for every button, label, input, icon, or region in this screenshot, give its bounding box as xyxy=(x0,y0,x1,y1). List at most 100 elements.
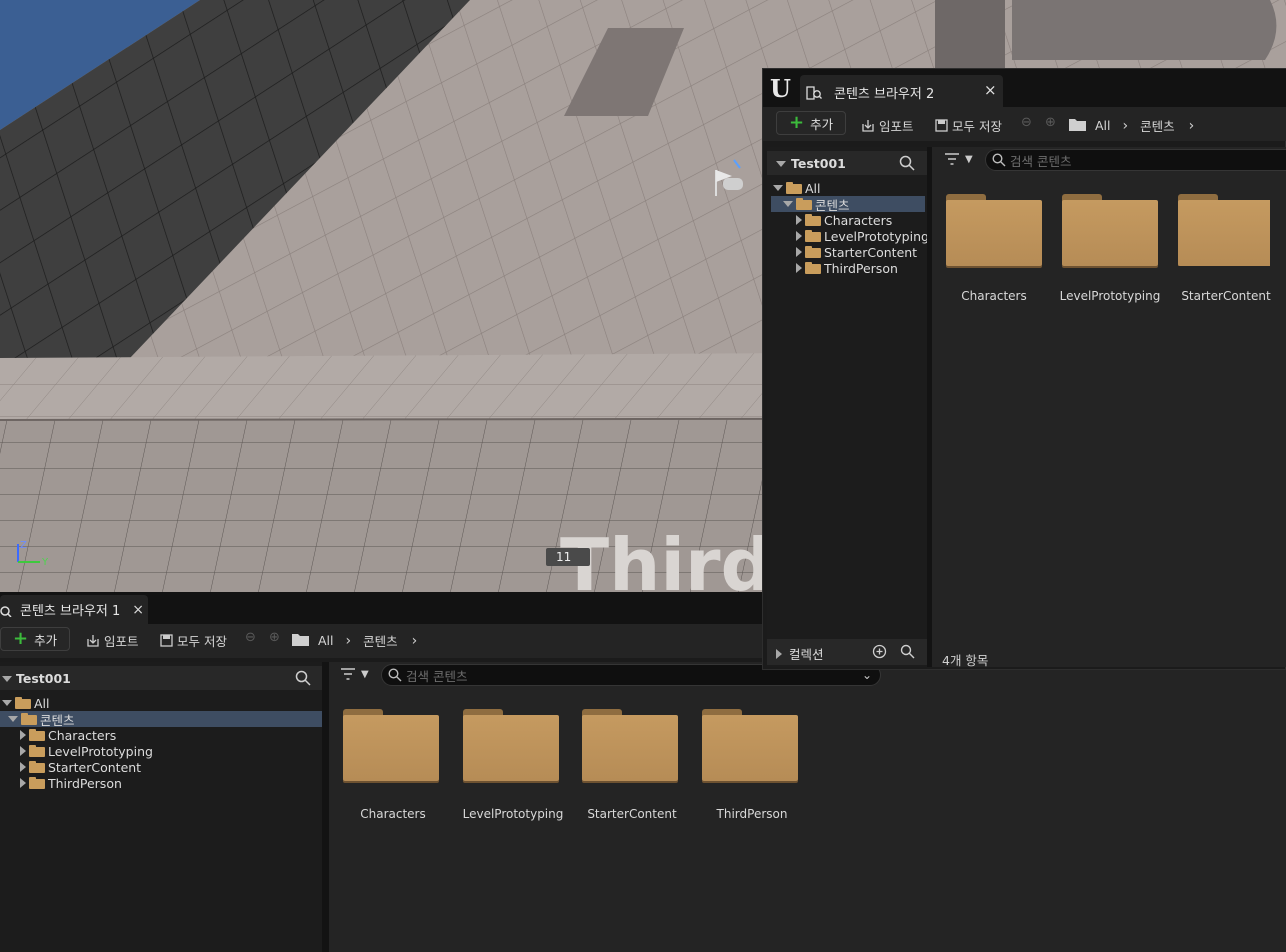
chevron-right-icon[interactable]: › xyxy=(412,633,418,649)
filter-button[interactable]: ▼ xyxy=(945,153,973,165)
folder-label: LevelPrototyping xyxy=(462,807,564,821)
tab-title: 콘텐츠 브라우저 1 xyxy=(20,604,121,619)
add-collection-icon[interactable] xyxy=(872,644,887,659)
folder-tile-levelprototyping[interactable] xyxy=(1062,194,1158,266)
tree-item-levelprototyping[interactable]: LevelPrototyping xyxy=(0,743,153,759)
chevron-right-icon[interactable]: › xyxy=(1189,118,1195,134)
chevron-down-icon: ▼ xyxy=(965,153,973,165)
search-placeholder: 검색 콘텐츠 xyxy=(1010,153,1072,169)
tree-label: ThirdPerson xyxy=(48,775,122,791)
tree-root[interactable]: Test001 xyxy=(2,671,71,686)
chevron-right-icon[interactable]: › xyxy=(346,633,352,649)
expanded-icon xyxy=(8,716,18,722)
search-icon[interactable] xyxy=(899,155,915,171)
filter-icon xyxy=(341,668,355,680)
folder-label: Characters xyxy=(961,289,1027,303)
breadcrumb-content[interactable]: 콘텐츠 xyxy=(363,631,398,650)
tree-label: All xyxy=(34,695,50,711)
tree-item-startercontent[interactable]: StarterContent xyxy=(771,244,917,260)
folder-icon xyxy=(805,262,821,274)
folder-tile-characters[interactable] xyxy=(343,709,439,781)
back-button[interactable]: ⊖ xyxy=(245,630,256,645)
tree-item-thirdperson[interactable]: ThirdPerson xyxy=(771,260,898,276)
content-browser-icon xyxy=(806,85,822,100)
content-browser-2-window: U 콘텐츠 브라우저 2 × + 추가 임포트 모두 저장 ⊖ ⊕ All › … xyxy=(762,68,1286,670)
tree-root[interactable]: Test001 xyxy=(776,156,846,171)
collections-toggle[interactable]: 컬렉션 xyxy=(776,644,824,663)
back-button[interactable]: ⊖ xyxy=(1021,115,1032,130)
svg-text:Y: Y xyxy=(41,557,49,568)
tree-item-characters[interactable]: Characters xyxy=(0,727,116,743)
expand-icon[interactable] xyxy=(20,730,26,740)
folder-icon xyxy=(29,777,45,789)
expanded-icon xyxy=(2,700,12,706)
folder-icon xyxy=(805,214,821,226)
breadcrumb-all[interactable]: All xyxy=(318,633,334,648)
folder-icon xyxy=(29,729,45,741)
chevron-down-icon[interactable]: ⌄ xyxy=(862,668,872,682)
folder-icon xyxy=(1069,119,1086,131)
expand-icon[interactable] xyxy=(796,215,802,225)
add-button[interactable]: + 추가 xyxy=(0,627,71,651)
svg-text:Z: Z xyxy=(20,540,27,551)
folder-tile-thirdperson[interactable] xyxy=(702,709,798,781)
tree-item-content[interactable]: 콘텐츠 xyxy=(0,711,322,728)
expand-icon[interactable] xyxy=(20,762,26,772)
expand-icon xyxy=(776,648,782,659)
folder-tile-startercontent[interactable] xyxy=(1178,194,1270,266)
tree-label: All xyxy=(805,180,821,196)
tree-item-startercontent[interactable]: StarterContent xyxy=(0,759,141,775)
tree-label: StarterContent xyxy=(824,244,918,260)
save-icon xyxy=(935,119,948,132)
import-button[interactable]: 임포트 xyxy=(861,116,914,135)
tree-label: LevelPrototyping xyxy=(824,228,929,244)
svg-text:U: U xyxy=(770,74,791,102)
breadcrumb-content[interactable]: 콘텐츠 xyxy=(1140,116,1175,135)
tree-label: LevelPrototyping xyxy=(48,743,153,759)
search-icon[interactable] xyxy=(900,644,915,659)
chevron-right-icon[interactable]: › xyxy=(1123,118,1129,134)
folder-label: ThirdPerson xyxy=(716,807,788,821)
breadcrumb-all[interactable]: All xyxy=(1095,118,1111,133)
search-input[interactable]: 검색 콘텐츠 xyxy=(985,149,1286,171)
folder-icon xyxy=(292,634,309,646)
collapse-icon xyxy=(2,675,12,682)
folder-tile-characters[interactable] xyxy=(946,194,1042,266)
save-all-label: 모두 저장 xyxy=(177,634,227,649)
expand-icon[interactable] xyxy=(796,231,802,241)
add-button[interactable]: + 추가 xyxy=(776,111,847,135)
expand-icon[interactable] xyxy=(20,746,26,756)
folder-tile-startercontent[interactable] xyxy=(582,709,678,781)
add-label: 추가 xyxy=(34,632,58,648)
folder-open-icon xyxy=(15,697,31,709)
search-icon[interactable] xyxy=(295,670,311,686)
import-button[interactable]: 임포트 xyxy=(86,631,139,650)
expand-icon[interactable] xyxy=(796,263,802,273)
tree-label: StarterContent xyxy=(48,759,142,775)
tree-item-characters[interactable]: Characters xyxy=(771,212,892,228)
close-tab-button[interactable]: × xyxy=(132,602,144,618)
import-icon xyxy=(862,119,874,132)
tree-label: 콘텐츠 xyxy=(40,712,75,728)
tree-item-levelprototyping[interactable]: LevelPrototyping xyxy=(771,228,929,244)
forward-button[interactable]: ⊕ xyxy=(269,630,280,645)
add-label: 추가 xyxy=(810,116,834,132)
folder-icon xyxy=(29,761,45,773)
forward-button[interactable]: ⊕ xyxy=(1045,115,1056,130)
folder-tile-levelprototyping[interactable] xyxy=(463,709,559,781)
folder-open-icon xyxy=(21,713,37,725)
save-all-button[interactable]: 모두 저장 xyxy=(935,116,1002,135)
floor-text: Third xyxy=(560,523,772,592)
save-all-button[interactable]: 모두 저장 xyxy=(160,631,227,650)
expand-icon[interactable] xyxy=(20,778,26,788)
tree-item-content[interactable]: 콘텐츠 xyxy=(771,196,925,213)
close-tab-button[interactable]: × xyxy=(984,81,997,99)
content-browser-icon xyxy=(0,605,12,617)
panel-splitter[interactable] xyxy=(322,662,329,952)
breadcrumb: All › 콘텐츠 › xyxy=(1095,116,1194,135)
tree-item-thirdperson[interactable]: ThirdPerson xyxy=(0,775,122,791)
item-count: 4개 항목 xyxy=(942,653,989,668)
expand-icon[interactable] xyxy=(796,247,802,257)
tree-label: Characters xyxy=(48,727,117,743)
filter-button[interactable]: ▼ xyxy=(341,668,369,680)
